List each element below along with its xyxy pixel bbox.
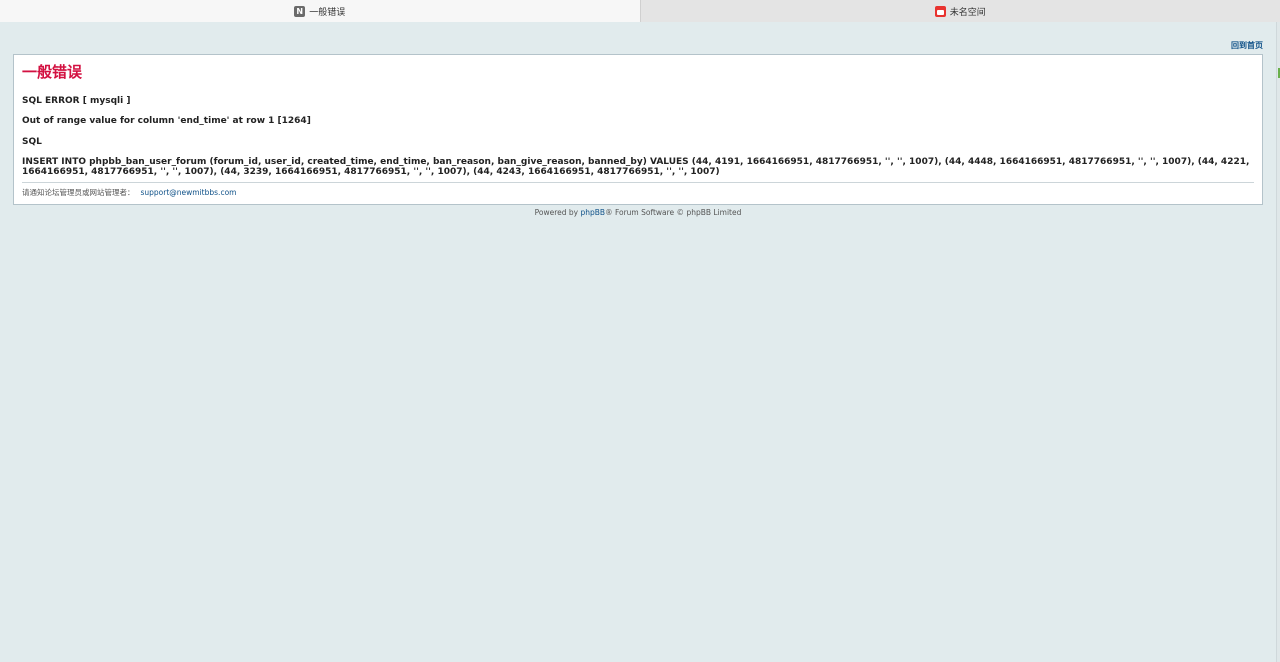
contact-text: 请通知论坛管理员或网站管理者： bbox=[22, 188, 135, 197]
error-message: Out of range value for column 'end_time'… bbox=[22, 116, 311, 126]
home-link[interactable]: 回到首页 bbox=[1231, 40, 1263, 51]
contact-line: 请通知论坛管理员或网站管理者： support@newmitbbs.com bbox=[22, 187, 236, 198]
phpbb-link[interactable]: phpBB bbox=[580, 208, 605, 217]
tab-unnamed-space[interactable]: 未名空间 bbox=[640, 0, 1280, 22]
calendar-icon bbox=[934, 5, 946, 17]
tab-label: 未名空间 bbox=[949, 7, 986, 18]
sql-error-label: SQL ERROR [ mysqli ] bbox=[22, 96, 131, 106]
footer: Powered by phpBB® Forum Software © phpBB… bbox=[0, 208, 1276, 217]
n-letter-icon: N bbox=[294, 5, 306, 17]
page-title: 一般错误 bbox=[22, 63, 83, 81]
tab-label: 一般错误 bbox=[309, 7, 346, 18]
footer-suffix: ® Forum Software © phpBB Limited bbox=[605, 208, 742, 217]
scrollbar[interactable] bbox=[1276, 22, 1280, 662]
error-panel: 一般错误 SQL ERROR [ mysqli ] Out of range v… bbox=[13, 54, 1263, 205]
tab-general-error[interactable]: N 一般错误 bbox=[0, 0, 641, 22]
sql-query: INSERT INTO phpbb_ban_user_forum (forum_… bbox=[22, 157, 1250, 177]
divider bbox=[22, 182, 1254, 183]
sql-label: SQL bbox=[22, 137, 42, 147]
footer-prefix: Powered by bbox=[534, 208, 581, 217]
contact-email-link[interactable]: support@newmitbbs.com bbox=[141, 188, 237, 197]
tab-bar: N 一般错误 未名空间 bbox=[0, 0, 1280, 22]
